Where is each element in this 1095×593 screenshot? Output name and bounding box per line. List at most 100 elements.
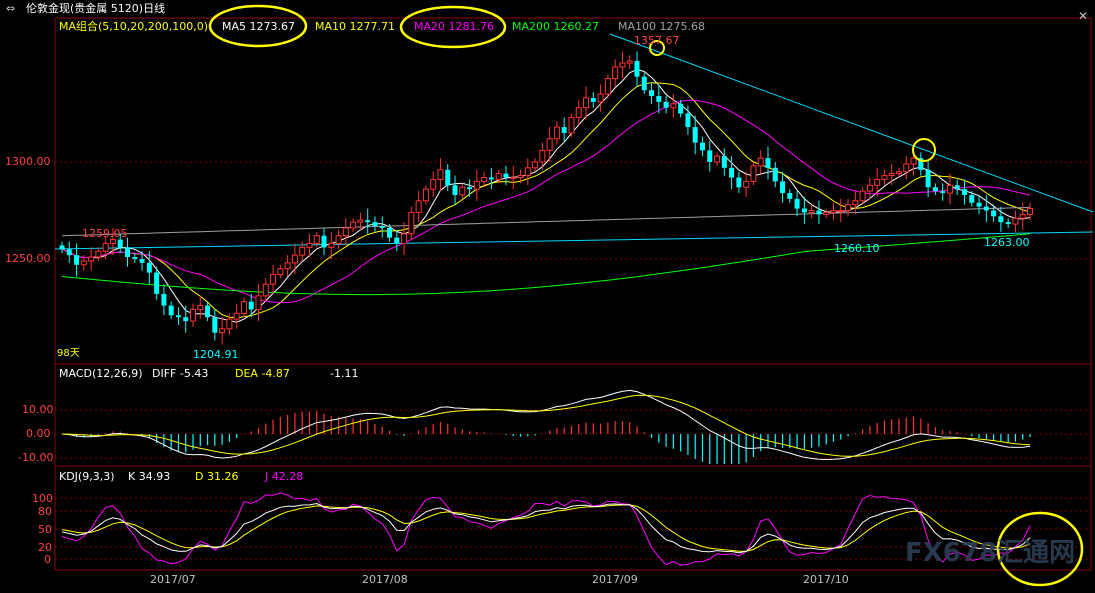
candle-102: [801, 196, 807, 225]
candle-body-13: [154, 272, 160, 294]
kdj-tick-80: 80: [38, 505, 52, 518]
candle-50: [422, 185, 429, 205]
candle-76: [612, 59, 619, 87]
trendlines: [54, 33, 1094, 250]
candle-body-66: [539, 149, 546, 163]
candle-body-30: [277, 268, 284, 276]
candle-body-108: [845, 204, 852, 211]
candle-body-102: [801, 208, 807, 213]
ma10-line: [61, 82, 1031, 319]
candle-122: [946, 173, 953, 205]
candle-91: [721, 148, 727, 176]
candle-body-86: [685, 113, 691, 128]
chart-svg: ⇔ 伦敦金现(贵金属 5120)日线 MA组合(5,10,20,200,100,…: [5, 1, 1094, 587]
candle-116: [903, 156, 910, 180]
candle-78: [626, 55, 633, 69]
candle-120: [932, 183, 938, 195]
candle-body-11: [139, 259, 145, 263]
left-level-label: 1259.05: [82, 227, 128, 240]
window-icon[interactable]: ⇔: [6, 2, 15, 15]
candle-121: [940, 183, 946, 201]
candle-0: [59, 241, 65, 254]
candle-body-83: [663, 101, 669, 108]
macd-tick-10: 10.00: [22, 403, 54, 416]
candle-body-76: [612, 66, 619, 80]
candle-body-75: [604, 78, 611, 95]
candle-body-84: [670, 103, 677, 109]
candle-79: [634, 51, 640, 87]
candle-45: [387, 224, 393, 242]
candle-body-98: [772, 167, 778, 182]
candle-74: [597, 84, 604, 112]
candle-body-44: [379, 226, 385, 228]
candle-body-61: [503, 173, 509, 178]
candle-body-103: [808, 210, 815, 213]
candle-body-45: [387, 227, 393, 238]
candle-10: [132, 253, 138, 263]
candle-body-46: [394, 237, 400, 244]
candle-95: [750, 162, 757, 186]
candle-body-80: [641, 76, 647, 91]
macd-label: MACD(12,26,9): [59, 367, 143, 380]
candle-body-72: [583, 97, 590, 109]
candle-body-15: [168, 305, 174, 316]
candle-body-64: [524, 167, 531, 177]
candle-body-38: [335, 235, 342, 244]
candle-123: [954, 179, 960, 195]
candle-body-56: [467, 187, 473, 190]
candle-71: [575, 99, 582, 126]
candle-body-5: [95, 250, 102, 258]
candle-83: [663, 96, 669, 114]
candle-19: [197, 295, 204, 320]
candle-body-85: [678, 103, 684, 114]
candle-56: [467, 179, 473, 197]
candle-14: [161, 284, 167, 316]
candle-32: [291, 243, 298, 275]
candle-body-87: [692, 127, 698, 143]
candle-body-43: [372, 222, 378, 227]
candle-body-27: [255, 295, 262, 310]
candle-51: [430, 171, 437, 197]
candle-113: [881, 169, 888, 186]
candle-body-52: [437, 169, 444, 180]
candle-body-105: [823, 211, 830, 215]
candle-body-50: [422, 188, 429, 202]
ma20-value: MA20 1281.76: [414, 20, 494, 33]
price-tick-1300: 1300.00: [5, 155, 51, 168]
candle-body-34: [306, 242, 313, 248]
candle-body-53: [445, 169, 451, 186]
candle-18: [190, 303, 197, 327]
candle-52: [437, 158, 444, 192]
candle-body-63: [517, 175, 524, 179]
candle-81: [649, 82, 655, 104]
candle-124: [961, 179, 967, 205]
candle-30: [277, 264, 284, 279]
candle-body-79: [634, 61, 640, 77]
candle-body-92: [729, 167, 735, 178]
candle-39: [342, 218, 349, 246]
candle-body-3: [80, 260, 87, 266]
candle-body-69: [561, 127, 567, 133]
candle-66: [539, 142, 546, 170]
candle-body-120: [932, 187, 938, 192]
candle-body-21: [212, 317, 218, 333]
candle-9: [125, 237, 131, 267]
candle-body-117: [910, 157, 917, 165]
candle-15: [168, 301, 174, 320]
kdj-j: J 42.28: [264, 470, 303, 483]
candle-body-115: [895, 171, 902, 175]
ma5-value: MA5 1273.67: [222, 20, 295, 33]
macd-tick-minus10: -10.00: [18, 451, 53, 464]
candle-27: [255, 284, 262, 322]
candle-75: [604, 74, 611, 98]
candle-103: [808, 204, 815, 219]
candle-43: [372, 216, 378, 232]
close-icon[interactable]: ✕: [1078, 9, 1088, 23]
candle-body-4: [88, 256, 95, 262]
candle-body-109: [852, 200, 859, 206]
x-tick-2017-10: 2017/10: [803, 573, 849, 586]
candle-69: [561, 117, 567, 143]
kdj-d: D 31.26: [195, 470, 238, 483]
support-line: [54, 231, 1094, 250]
candle-55: [459, 183, 466, 199]
